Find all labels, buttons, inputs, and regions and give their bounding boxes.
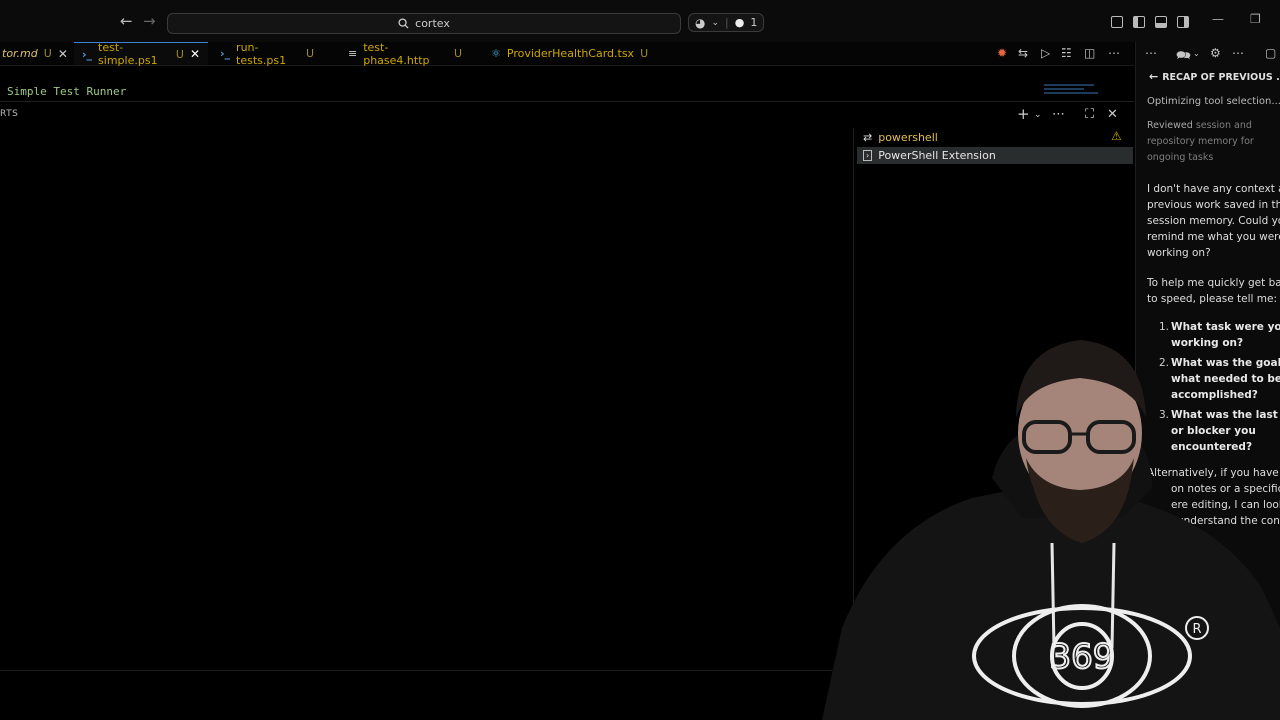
close-icon[interactable]: ✕ [190,47,200,61]
back-arrow-icon[interactable]: ← [120,12,133,30]
tab-label: tor.md [2,47,38,60]
tab-modified-badge: U [175,47,184,61]
terminal-icon: ⇄ [863,131,873,144]
chevron-down-icon[interactable]: ⌄ [1193,49,1200,58]
http-file-icon: ≡ [348,47,358,60]
chat-title-text: RECAP OF PREVIOUS ... [1162,72,1280,83]
tab-label: test-phase4.http [363,40,430,67]
copilot-count: 1 [750,16,758,29]
copilot-status-button[interactable]: ◕ ⌄ | ● 1 [688,13,764,32]
powershell-icon: ›_ [220,47,231,60]
editor-area [0,84,1134,102]
maximize-panel-icon[interactable]: ⛶ [1085,107,1094,122]
run-icon[interactable]: ▷ [1041,46,1050,60]
sparkle-icon[interactable]: ✹ [997,46,1007,60]
chat-history-icon[interactable]: 🗪 [1176,46,1191,67]
terminal-item-powershell-extension[interactable]: › PowerShell Extension [857,147,1133,164]
gear-icon[interactable]: ⚙ [1210,46,1221,60]
chat-line: previous work saved in the [1147,199,1280,211]
chevron-down-icon[interactable]: ⌄ [1034,110,1042,120]
panel-tab-ports[interactable]: RTS [0,109,18,119]
tab-label: ProviderHealthCard.tsx [506,47,635,60]
panel-divider [0,670,853,671]
terminal-label: PowerShell Extension [878,149,996,162]
restore-icon[interactable]: ❐ [1250,12,1261,26]
layout-customize-icon[interactable] [1111,16,1123,28]
chat-reviewed-note: Reviewed session and repository memory f… [1147,118,1279,166]
chat-line: to speed, please tell me: [1147,293,1277,305]
chat-line: To help me quickly get back [1147,277,1280,289]
compare-changes-icon[interactable]: ⇆ [1018,46,1028,60]
search-icon [398,18,409,29]
terminal-item-powershell[interactable]: ⇄ powershell [857,129,1133,146]
tab-test-simple[interactable]: ›_ test-simple.ps1 U ✕ [74,41,208,67]
hoodie-logo-text: 369 [1050,637,1115,677]
chat-title: ← RECAP OF PREVIOUS ... [1149,70,1280,83]
panel-header [0,106,1134,124]
tab-readme[interactable]: tor.md U ✕ [0,42,68,65]
terminal-icon: › [863,150,873,161]
reviewed-prefix: Reviewed [1147,120,1193,131]
chat-line: remind me what you were [1147,231,1280,243]
close-icon[interactable]: ✕ [58,47,68,61]
terminal-label: powershell [878,131,938,144]
tab-provider-health-card[interactable]: ⚛ ProviderHealthCard.tsx U [483,42,648,65]
minimize-icon[interactable]: — [1212,12,1224,26]
settings-list-icon[interactable]: ☷ [1061,46,1072,60]
chat-line: session memory. Could you [1147,215,1280,227]
tab-modified-badge: U [43,47,52,60]
search-text: cortex [415,17,450,30]
command-center-search[interactable]: cortex [167,13,681,34]
tab-test-phase4[interactable]: ≡ test-phase4.http U [340,40,470,67]
close-panel-icon[interactable]: ✕ [1107,107,1118,122]
tab-modified-badge: U [640,47,649,60]
more-actions-icon[interactable]: ⋯ [1145,46,1157,60]
toggle-panel-icon[interactable] [1155,16,1167,28]
tab-modified-badge: U [453,47,462,60]
chat-message-paragraph: To help me quickly get back to speed, pl… [1147,275,1280,307]
warning-icon: ⚠ [1111,129,1122,143]
tab-label: run-tests.ps1 [236,40,287,67]
more-actions-icon[interactable]: ⋯ [1108,46,1120,60]
back-arrow-icon[interactable]: ← [1149,70,1158,83]
chat-status: Optimizing tool selection... [1147,96,1280,107]
webcam-overlay: 369 R [822,340,1280,720]
powershell-icon: ›_ [82,47,93,61]
maximize-icon[interactable]: ▢ [1265,46,1276,60]
chevron-down-icon: ⌄ [711,17,720,28]
tab-run-tests[interactable]: ›_ run-tests.ps1 U [212,40,322,67]
toggle-primary-sidebar-icon[interactable] [1133,16,1145,28]
chat-message-paragraph: I don't have any context ab previous wor… [1147,181,1280,261]
react-icon: ⚛ [491,47,501,60]
editor-code-line[interactable]: Simple Test Runner [7,85,126,98]
tab-label: test-simple.ps1 [98,41,158,67]
chat-line: I don't have any context ab [1147,183,1280,195]
split-editor-icon[interactable]: ◫ [1084,46,1095,60]
minimap[interactable] [1044,84,1102,98]
dot-icon: ● [734,16,745,29]
tab-modified-badge: U [305,47,314,60]
copilot-icon: ◕ [695,15,706,30]
svg-text:R: R [1192,622,1201,637]
new-terminal-icon[interactable]: + [1017,105,1030,123]
chat-line: working on? [1147,247,1211,259]
more-actions-icon[interactable]: ⋯ [1232,46,1244,60]
forward-arrow-icon[interactable]: → [143,12,156,30]
toggle-secondary-sidebar-icon[interactable] [1177,16,1189,28]
more-actions-icon[interactable]: ⋯ [1052,107,1065,122]
